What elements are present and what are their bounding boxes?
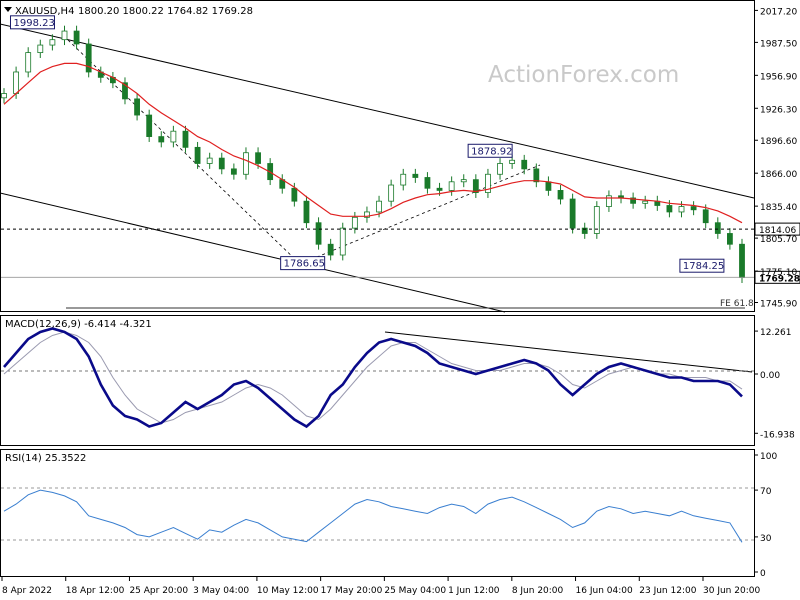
y-tick-label: 1866.00 [760,170,797,180]
fe-label: FE 61.8 [720,299,754,309]
x-tick-label: 16 Jun 04:00 [576,586,633,596]
candle-body [158,136,165,143]
candle-body [182,130,189,148]
candle-body [61,30,68,41]
y-tick-label: 1926.30 [760,105,797,115]
candle-body [557,190,564,200]
y-tick-label: 1835.40 [760,203,797,213]
macd-y-tick-label: -16.938 [760,430,795,440]
candle-body [13,71,19,94]
candle-body [230,168,237,175]
candle-body [25,52,32,73]
x-tick-label: 25 May 04:00 [384,586,446,596]
candle-body [351,216,358,229]
candle-body [218,157,225,170]
x-tick-label: 30 Jun 20:00 [703,586,760,596]
candle-body [521,159,528,170]
candle-body [666,205,673,213]
xauusd-chart: ActionForex.com XAUUSD,H4 1800.20 1800.2… [0,0,800,596]
y-tick-label: 1775.10 [760,268,797,278]
rsi-y-tick-label: 70 [760,487,772,497]
candle-body [678,206,685,213]
candle-body [134,98,140,116]
candle-body [315,222,322,245]
price-annotation: 1784.25 [683,261,724,272]
candle-body [376,200,382,213]
candle-body [49,39,56,46]
candle-body [448,181,455,191]
y-tick-label: 1805.70 [760,235,797,245]
x-tick-label: 25 Apr 20:00 [129,586,188,596]
candle-body [436,187,443,191]
x-tick-label: 18 Apr 12:00 [66,586,125,596]
candle-body [569,198,576,229]
candle-body [739,243,745,279]
candle-body [690,206,697,211]
y-tick-label: 1956.90 [760,72,797,82]
candle-body [497,163,503,175]
candle-body [73,30,80,45]
candle-body [533,168,540,183]
y-tick-label: 1987.50 [760,39,797,49]
candle-body [509,159,516,164]
candle-body [642,200,649,204]
price-annotation: 1878.92 [471,146,512,157]
macd-y-tick-label: 0.00 [760,371,780,381]
y-tick-label: 1896.60 [760,137,797,147]
x-tick-label: 17 May 20:00 [321,586,383,596]
x-tick-label: 8 Jun 20:00 [512,586,564,596]
candle-body [327,243,334,256]
candle-body [303,200,310,224]
candle-body [170,130,177,143]
price-panel [0,0,755,312]
macd-panel [0,315,755,446]
candle-body [460,179,467,183]
price-annotation: 1786.65 [284,259,325,270]
macd-y-tick-label: 12.261 [760,328,792,338]
rsi-title: RSI(14) 25.3522 [5,453,86,464]
candle-body [243,152,249,175]
candle-body [37,44,44,54]
candle-body [388,184,395,202]
candle-body [545,181,552,191]
candle-body [194,146,201,164]
candle-body [412,173,419,178]
ohlc-values: 1800.20 1800.22 1764.82 1769.28 [78,6,253,17]
rsi-y-tick-label: 0 [760,569,766,579]
candle-body [146,114,153,137]
candle-body [1,93,7,99]
candle-body [339,227,346,256]
rsi-y-tick-label: 30 [760,534,772,544]
candle-body [206,157,213,164]
candle-body [727,233,733,245]
rsi-y-tick-label: 100 [760,452,777,462]
x-tick-label: 3 May 04:00 [193,586,249,596]
x-tick-label: 8 Apr 2022 [2,586,52,596]
candle-body [400,173,407,186]
rsi-panel [0,449,755,577]
x-tick-label: 10 May 12:00 [257,586,319,596]
candle-body [255,152,261,164]
x-tick-label: 1 Jun 12:00 [448,586,500,596]
y-tick-label: 1745.90 [760,299,797,309]
watermark: ActionForex.com [488,62,679,88]
x-tick-label: 23 Jun 12:00 [639,586,696,596]
candle-body [702,209,709,224]
candle-body [291,187,298,202]
candle-body [714,222,721,234]
candle-body [424,177,431,189]
macd-title: MACD(12,26,9) -6.414 -4.321 [5,319,152,330]
price-annotation: 1998.23 [13,18,54,29]
y-tick-label: 2017.20 [760,7,797,17]
